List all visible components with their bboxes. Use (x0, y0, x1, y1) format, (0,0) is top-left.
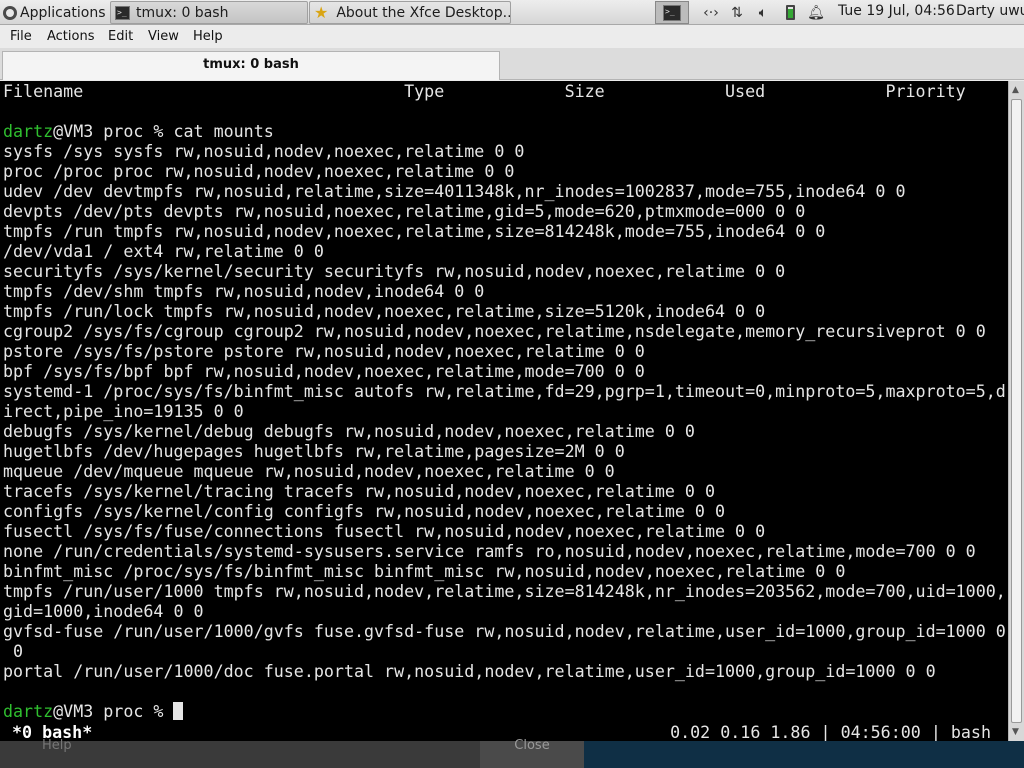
terminal-output[interactable]: Filename Type Size Used Priority dartz@V… (0, 81, 1008, 741)
output-line: sysfs /sys sysfs rw,nosuid,nodev,noexec,… (3, 142, 525, 161)
text-cursor (173, 702, 184, 720)
help-label: Help (42, 738, 72, 753)
output-line: securityfs /sys/kernel/security security… (3, 262, 786, 281)
user-menu[interactable]: Darty uwu (956, 3, 1024, 19)
output-line: hugetlbfs /dev/hugepages hugetlbfs rw,re… (3, 442, 625, 461)
terminal-icon: >_ (663, 4, 681, 21)
output-line: pstore /sys/fs/pstore pstore rw,nosuid,n… (3, 342, 645, 361)
output-line: portal /run/user/1000/doc fuse.portal rw… (3, 662, 936, 681)
output-line: fusectl /sys/fs/fuse/connections fusectl… (3, 522, 766, 541)
clock[interactable]: Tue 19 Jul, 04:56 (838, 3, 955, 19)
output-line: configfs /sys/kernel/config configfs rw,… (3, 502, 726, 521)
scrollbar-thumb[interactable] (1011, 99, 1022, 723)
close-button[interactable]: Close (480, 738, 584, 768)
command-line: dartz@VM3 proc % cat mounts (3, 122, 274, 142)
terminal-icon: >_ (115, 5, 130, 20)
top-panel: Applications >_ tmux: 0 bash ★ About the… (0, 0, 1024, 25)
battery-icon[interactable] (779, 2, 801, 23)
output-line: proc /proc proc rw,nosuid,nodev,noexec,r… (3, 162, 515, 181)
output-line: tmpfs /run/user/1000 tmpfs rw,nosuid,nod… (3, 582, 1006, 601)
volume-icon[interactable]: 🔈︎ (752, 2, 774, 23)
help-button[interactable]: Help (30, 738, 110, 768)
output-line: tracefs /sys/kernel/tracing tracefs rw,n… (3, 482, 715, 501)
tmux-status-info: 0.02 0.16 1.86 | 04:56:00 | bash (670, 723, 991, 741)
prompt-user: dartz (3, 702, 54, 721)
menu-bar: File Actions Edit View Help (0, 25, 1024, 48)
menu-file[interactable]: File (10, 29, 32, 44)
taskbar-item-label: tmux: 0 bash (136, 4, 229, 21)
output-line: gid=1000,inode64 0 0 (3, 602, 204, 621)
prompt-line: dartz@VM3 proc % (3, 702, 184, 722)
terminal-window: File Actions Edit View Help tmux: 0 bash… (0, 25, 1024, 768)
output-line: tmpfs /dev/shm tmpfs rw,nosuid,nodev,ino… (3, 282, 485, 301)
output-line: irect,pipe_ino=19135 0 0 (3, 402, 244, 421)
menu-edit[interactable]: Edit (108, 29, 133, 44)
output-line: tmpfs /run/lock tmpfs rw,nosuid,nodev,no… (3, 302, 766, 321)
output-line: debugfs /sys/kernel/debug debugfs rw,nos… (3, 422, 695, 441)
menu-view[interactable]: View (148, 29, 179, 44)
menu-help[interactable]: Help (193, 29, 223, 44)
scroll-up-arrow-icon[interactable]: ▲ (1012, 85, 1019, 95)
command-text: cat mounts (173, 122, 274, 141)
output-line: binfmt_misc /proc/sys/fs/binfmt_misc bin… (3, 562, 846, 581)
output-line: bpf /sys/fs/bpf bpf rw,nosuid,nodev,noex… (3, 362, 645, 381)
code-icon[interactable]: ‹·› (700, 2, 722, 23)
applications-label: Applications (20, 4, 106, 21)
output-line: systemd-1 /proc/sys/fs/binfmt_misc autof… (3, 382, 1006, 401)
prompt-user: dartz (3, 122, 54, 141)
output-line: none /run/credentials/systemd-sysusers.s… (3, 542, 976, 561)
notification-bell-icon[interactable]: 🔔︎ (805, 2, 827, 23)
close-label: Close (514, 738, 550, 753)
scroll-down-arrow-icon[interactable]: ▼ (1012, 727, 1019, 737)
swap-header-row: Filename Type Size Used Priority (3, 82, 966, 101)
taskbar-item-label: About the Xfce Desktop... (336, 4, 511, 21)
background-dialog-strip: Help Close (0, 738, 1024, 768)
output-line: udev /dev devtmpfs rw,nosuid,relatime,si… (3, 182, 906, 201)
prompt-host: @VM3 proc % (53, 122, 174, 141)
tab-tmux[interactable]: tmux: 0 bash (2, 51, 500, 80)
network-icon[interactable]: ⇅ (726, 2, 748, 23)
desktop-background (584, 741, 1024, 768)
prompt-host: @VM3 proc % (53, 702, 174, 721)
output-line: mqueue /dev/mqueue mqueue rw,nosuid,node… (3, 462, 615, 481)
taskbar-item-about-xfce[interactable]: ★ About the Xfce Desktop... (309, 1, 511, 24)
taskbar-item-tmux[interactable]: >_ tmux: 0 bash (110, 1, 308, 24)
xfce-logo-icon (3, 5, 17, 20)
tmux-status-bar: *0 bash* 0.02 0.16 1.86 | 04:56:00 | bas… (0, 723, 1008, 741)
menu-actions[interactable]: Actions (47, 29, 95, 44)
output-line: devpts /dev/pts devpts rw,nosuid,noexec,… (3, 202, 806, 221)
star-icon: ★ (314, 2, 329, 22)
output-line: 0 (3, 642, 24, 661)
output-line: /dev/vda1 / ext4 rw,relatime 0 0 (3, 242, 324, 261)
output-line: cgroup2 /sys/fs/cgroup cgroup2 rw,nosuid… (3, 322, 986, 341)
output-line: tmpfs /run tmpfs rw,nosuid,nodev,noexec,… (3, 222, 826, 241)
applications-menu-button[interactable]: Applications (0, 1, 108, 24)
scrollbar[interactable]: ▲ ▼ (1008, 81, 1024, 741)
tray-terminal-button[interactable]: >_ (655, 1, 689, 24)
tab-bar: tmux: 0 bash (0, 48, 1024, 80)
output-line: gvfsd-fuse /run/user/1000/gvfs fuse.gvfs… (3, 622, 1006, 641)
